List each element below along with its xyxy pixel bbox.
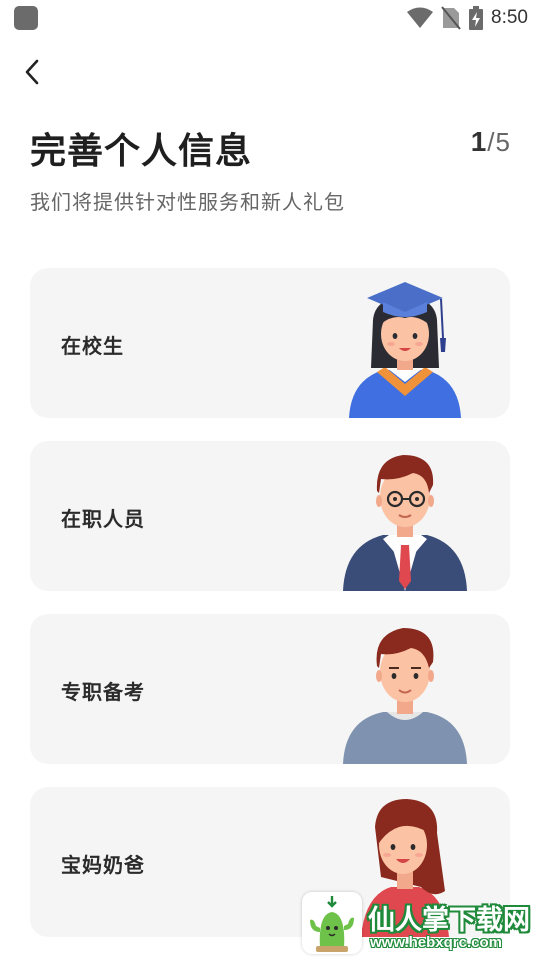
cactus-logo-icon <box>310 896 354 952</box>
option-label: 在校生 <box>61 334 124 358</box>
screen: 8:50 完善个人信息 1/5 我们将提供针对性服务和新人礼包 在校生 在职人员… <box>0 0 540 960</box>
battery-charging-icon <box>469 6 484 30</box>
option-label: 在职人员 <box>61 507 145 531</box>
page-title: 完善个人信息 <box>30 131 253 172</box>
back-button[interactable] <box>14 54 50 90</box>
option-card-employed[interactable]: 在职人员 <box>30 441 510 591</box>
step-separator: / <box>487 127 495 157</box>
watermark-title: 仙人掌下载网 <box>368 905 530 936</box>
watermark-logo <box>302 892 362 954</box>
option-label: 宝妈奶爸 <box>61 853 145 877</box>
step-indicator: 1/5 <box>471 126 510 158</box>
graduate-avatar-icon <box>349 282 461 418</box>
step-total: 5 <box>495 127 510 157</box>
watermark-url: www.hebxqrc.com <box>370 934 502 951</box>
option-card-exam-prep[interactable]: 专职备考 <box>30 614 510 764</box>
status-icons: 8:50 <box>407 4 528 32</box>
student-man-avatar-icon <box>343 628 467 764</box>
wifi-icon <box>407 7 434 28</box>
app-icon <box>14 6 38 30</box>
office-worker-avatar-icon <box>343 455 467 591</box>
option-card-student[interactable]: 在校生 <box>30 268 510 418</box>
status-time: 8:50 <box>491 7 528 28</box>
step-current: 1 <box>470 126 487 157</box>
watermark: 仙人掌下载网 www.hebxqrc.com <box>296 884 540 960</box>
chevron-left-icon <box>25 59 39 85</box>
no-sim-icon <box>441 6 461 30</box>
page-subtitle: 我们将提供针对性服务和新人礼包 <box>30 190 345 214</box>
status-bar: 8:50 <box>0 0 540 36</box>
option-label: 专职备考 <box>61 680 145 704</box>
